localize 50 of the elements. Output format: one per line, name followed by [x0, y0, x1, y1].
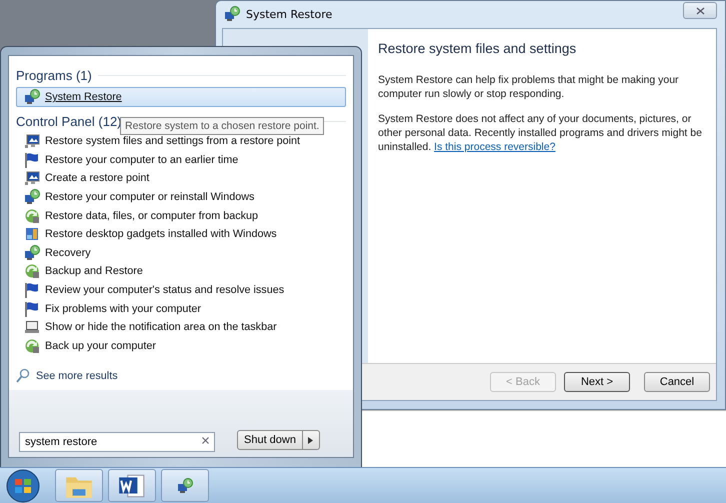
search-result[interactable]: Back up your computer [16, 336, 346, 356]
start-orb-icon[interactable] [4, 468, 42, 502]
close-icon [696, 6, 704, 14]
flag-icon [24, 152, 40, 168]
section-heading: Programs (1) [16, 68, 92, 82]
search-result[interactable]: Fix problems with your computer [16, 299, 346, 318]
laptop-icon [24, 319, 40, 336]
search-result[interactable]: Restore data, files, or computer from backup [16, 206, 346, 225]
search-result[interactable]: Show or hide the notification area on the taskbar [16, 318, 346, 337]
shut-down-button[interactable]: Shut down [237, 430, 303, 450]
search-result[interactable]: Restore system files and settings from a restore point [16, 132, 346, 151]
computer-clock-icon [24, 244, 40, 261]
monitor-icon [24, 170, 40, 186]
gadget-icon [24, 226, 40, 242]
search-result[interactable]: Review your computer's status and resolve issues [16, 280, 346, 300]
computer-clock-icon [224, 6, 240, 22]
flag-icon [24, 300, 40, 317]
dialog-heading: Restore system files and settings [378, 41, 578, 56]
help-link[interactable]: Is this process reversible? [434, 140, 556, 153]
arrow-icon [308, 436, 314, 444]
monitor-icon [24, 133, 40, 150]
tooltip: Restore system to a chosen restore point. [120, 117, 324, 135]
search-result[interactable]: Backup and Restore [16, 262, 346, 281]
taskbar-button[interactable] [161, 469, 209, 502]
search-result[interactable]: System Restore [16, 87, 346, 107]
backup-icon [24, 263, 40, 280]
dialog-button[interactable]: Next > [564, 372, 630, 392]
computer-clock-icon [177, 478, 193, 494]
section-heading: Control Panel (12) [16, 114, 122, 128]
dialog-button[interactable]: Cancel [644, 372, 710, 392]
computer-clock-icon [24, 89, 40, 105]
backup-icon [24, 208, 40, 224]
clear-icon[interactable] [202, 437, 209, 444]
shut-down-options-button[interactable] [302, 430, 320, 450]
search-result[interactable]: Recovery [16, 244, 346, 262]
search-field[interactable]: system restore [19, 432, 215, 452]
taskbar-button[interactable] [108, 469, 156, 502]
computer-clock-icon [24, 189, 40, 206]
search-result[interactable]: Restore your computer to an earlier time [16, 150, 346, 170]
flag-icon [24, 282, 40, 298]
search-icon [16, 368, 30, 384]
search-result[interactable]: Restore desktop gadgets installed with Windows [16, 224, 346, 244]
see-more-results-link[interactable]: See more results [16, 368, 118, 384]
backup-icon [24, 338, 40, 354]
dialog-paragraph: System Restore does not affect any of your documents, pictures, or other personal data. Recently installed programs and drivers might be uninstalled. Is this process reversible? [378, 113, 703, 154]
dialog-paragraph: System Restore can help fix problems that might be making your computer run slowly or stop responding. [378, 74, 680, 102]
search-result[interactable]: Restore your computer or reinstall Windows [16, 188, 346, 206]
close-button[interactable] [683, 2, 717, 19]
window-title: System Restore [246, 8, 332, 20]
search-result[interactable]: Create a restore point [16, 169, 346, 188]
